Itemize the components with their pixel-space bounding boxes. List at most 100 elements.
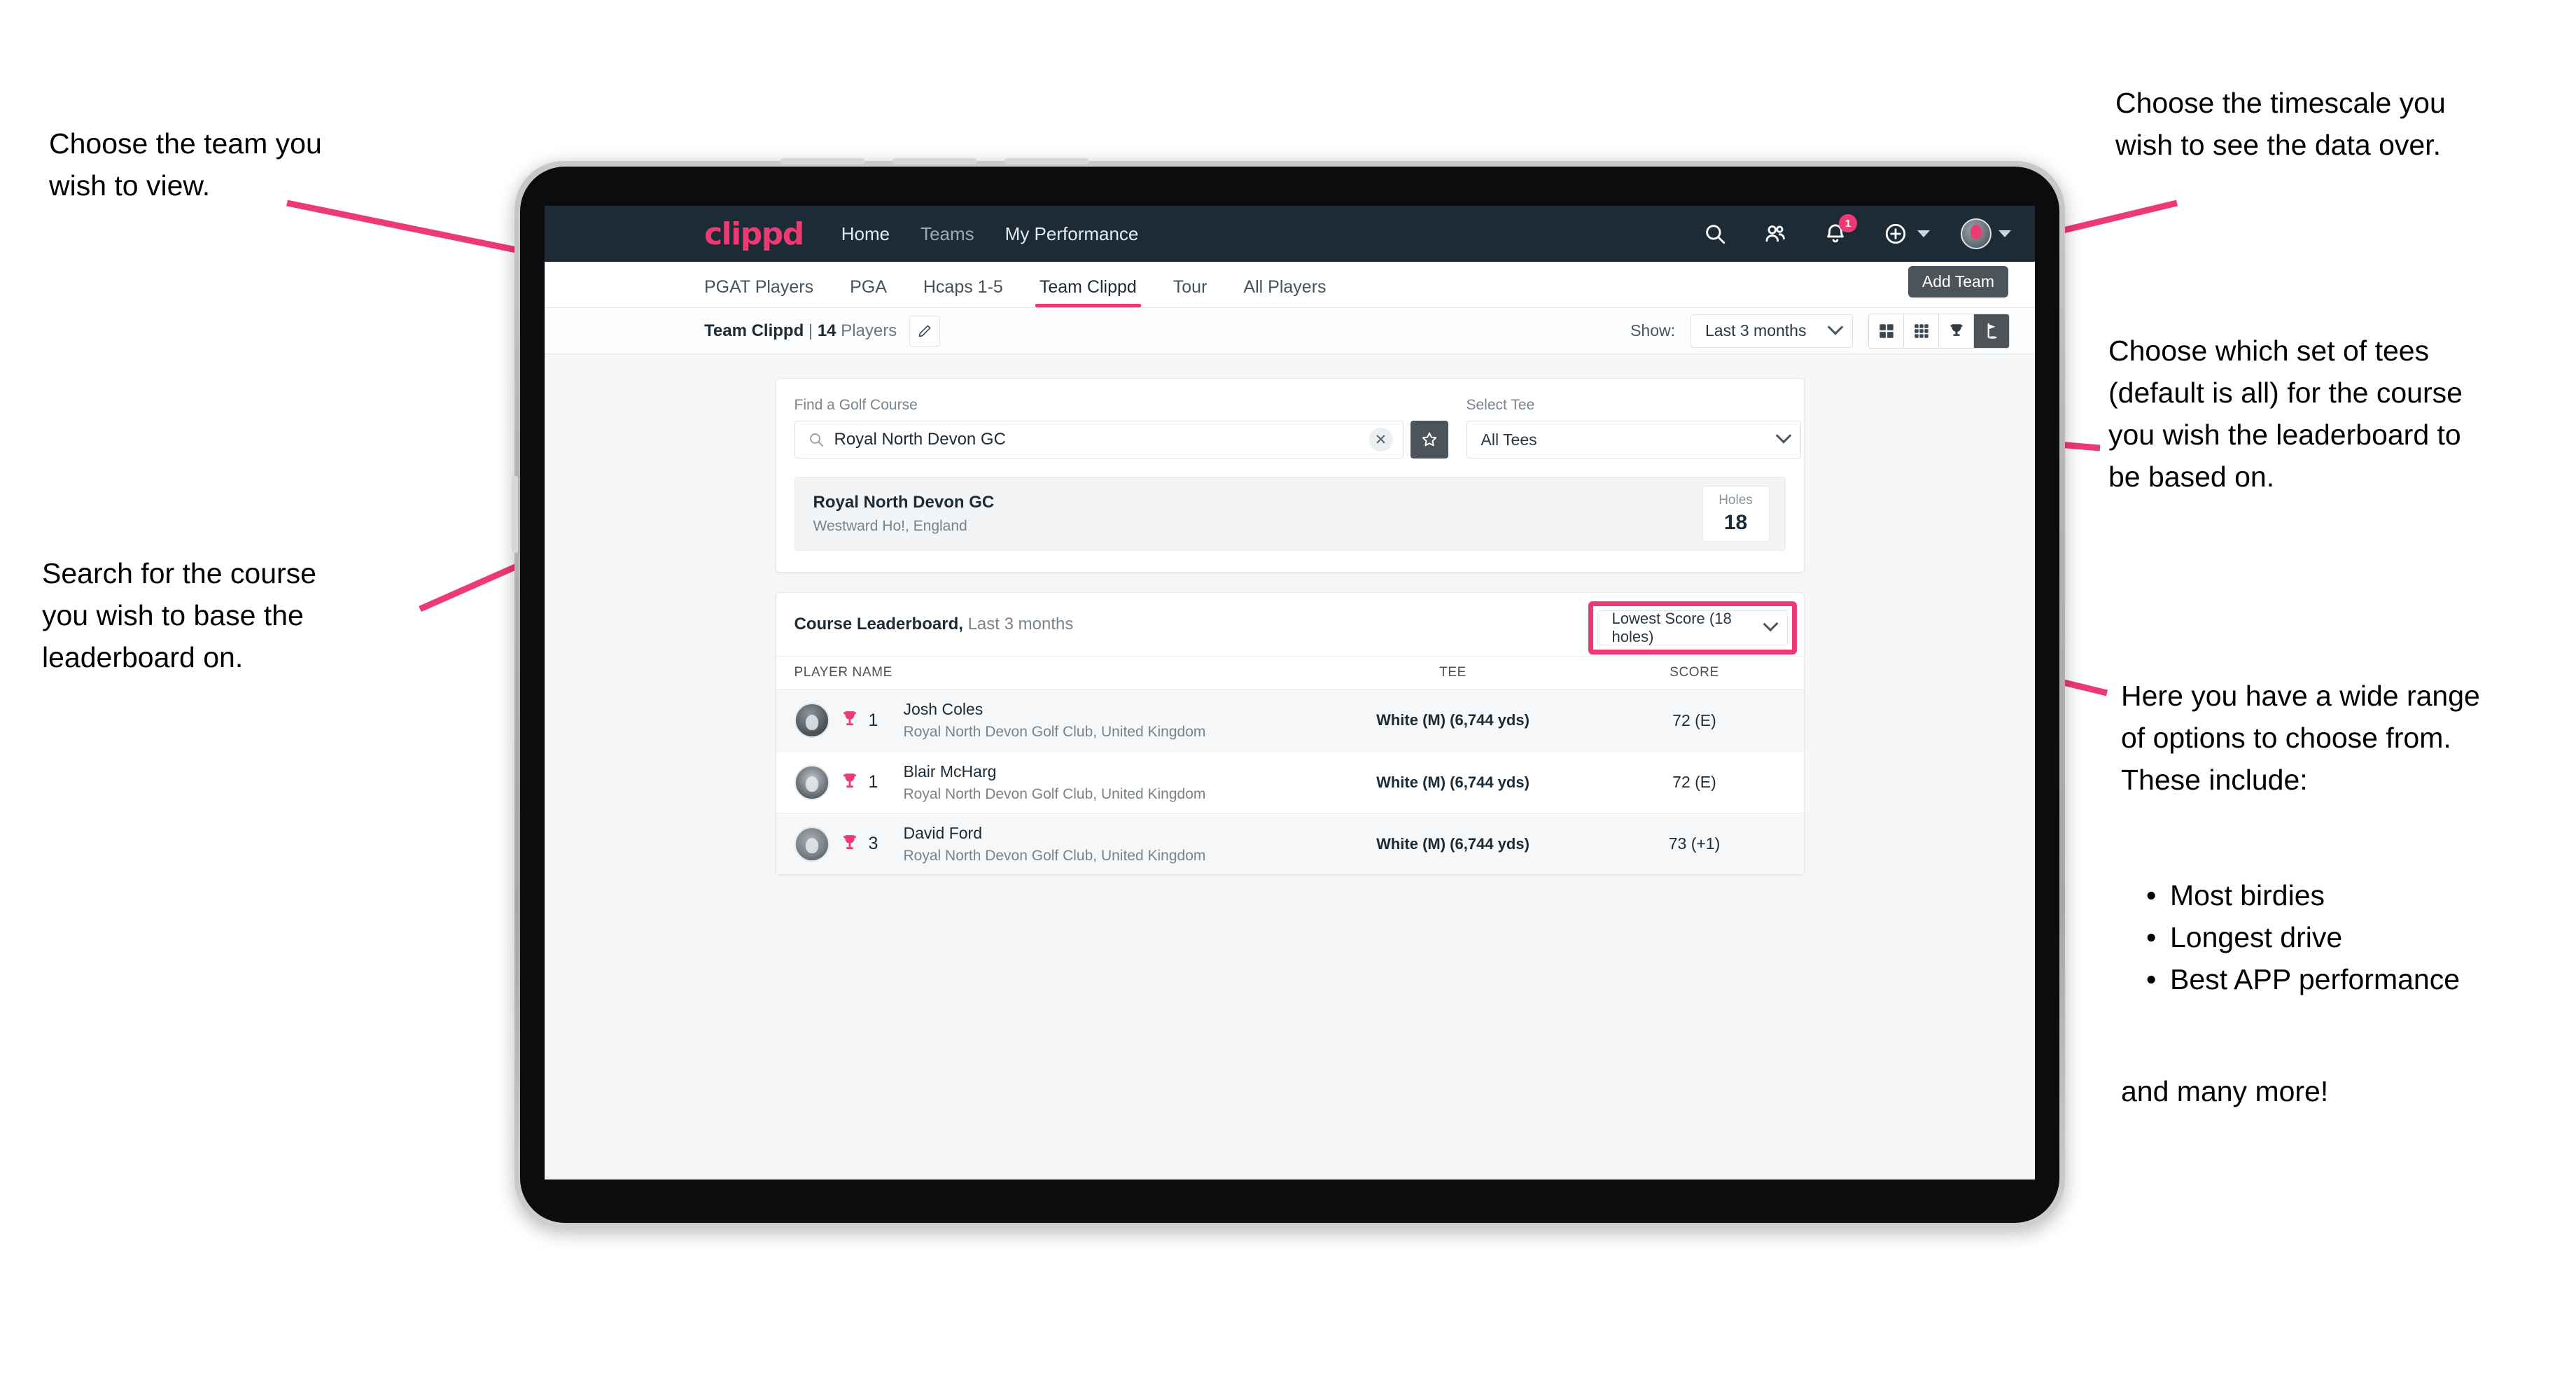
tee-select[interactable]: All Tees	[1466, 421, 1801, 458]
annotation-options-intro: Here you have a wide range of options to…	[2121, 680, 2480, 796]
people-icon[interactable]	[1760, 219, 1790, 248]
tee-field-label: Select Tee	[1466, 397, 1535, 413]
player-name: David Ford	[903, 823, 982, 842]
trophy-icon[interactable]	[1939, 314, 1974, 348]
player-count: 14	[817, 321, 836, 340]
course-leaderboard-panel: Course Leaderboard, Last 3 months Lowest…	[775, 592, 1805, 875]
score-value: 73 (+1)	[1668, 834, 1721, 853]
chevron-down-icon	[1998, 230, 2011, 237]
trophy-icon	[843, 773, 856, 788]
tee-select-value: All Tees	[1480, 430, 1537, 449]
table-row[interactable]: 1 Blair McHarg Royal North Devon Golf Cl…	[776, 751, 1804, 813]
course-result-text: Royal North Devon GC Westward Ho!, Engla…	[813, 493, 995, 535]
bullet-icon: •	[2146, 879, 2157, 911]
player-cell: 1 Blair McHarg Royal North Devon Golf Cl…	[794, 762, 1303, 803]
bullet-icon: •	[2146, 962, 2157, 995]
course-result-name: Royal North Devon GC	[813, 493, 995, 512]
chevron-down-icon	[1827, 318, 1844, 335]
timescale-select[interactable]: Last 3 months	[1690, 314, 1853, 348]
trophy-icon	[843, 834, 856, 849]
tee-field: Select Tee All Tees	[1466, 397, 1801, 458]
nav-link-teams[interactable]: Teams	[920, 223, 974, 245]
profile-menu[interactable]	[1961, 218, 2011, 249]
nav-link-my-performance[interactable]: My Performance	[1005, 223, 1139, 245]
team-tabs: PGAT Players PGA Hcaps 1-5 Team Clippd T…	[545, 262, 2035, 308]
player-club: Royal North Devon Golf Club, United King…	[903, 847, 1206, 864]
chevron-down-icon	[1775, 428, 1791, 444]
table-row[interactable]: 3 David Ford Royal North Devon Golf Club…	[776, 813, 1804, 874]
tab-pga[interactable]: PGA	[850, 277, 887, 307]
device-button-top-1	[780, 158, 864, 164]
rank-value: 1	[868, 772, 878, 792]
bell-icon[interactable]: 1	[1821, 214, 1857, 248]
search-icon[interactable]	[1700, 219, 1730, 248]
header-actions: 1	[1700, 214, 2011, 249]
pencil-icon[interactable]	[909, 315, 941, 346]
player-info: Blair McHarg Royal North Devon Golf Club…	[904, 762, 1206, 803]
score-value: 72 (E)	[1672, 773, 1716, 791]
show-label: Show:	[1630, 321, 1675, 340]
close-icon[interactable]: ✕	[1368, 428, 1393, 451]
plus-circle-icon[interactable]	[1881, 219, 1910, 248]
separator: |	[804, 321, 818, 340]
toolbar-right: Show: Last 3 months	[1630, 313, 2010, 349]
notification-badge: 1	[1839, 214, 1857, 232]
timescale-value: Last 3 months	[1705, 321, 1807, 340]
holes-badge: Holes 18	[1702, 486, 1770, 542]
nav-link-home[interactable]: Home	[841, 223, 890, 245]
player-club: Royal North Devon Golf Club, United King…	[903, 785, 1206, 802]
app-header: clippd Home Teams My Performance 1	[545, 206, 2035, 262]
grid-3x3-icon[interactable]	[1904, 314, 1939, 348]
leaderboard-title-sub: Last 3 months	[967, 615, 1074, 634]
avatar	[794, 826, 830, 862]
device-bezel: clippd Home Teams My Performance 1 PGAT …	[520, 167, 2059, 1223]
avatar[interactable]	[1961, 218, 1991, 249]
rank-value: 1	[868, 710, 878, 730]
holes-label: Holes	[1718, 493, 1753, 507]
annotation-choose-timescale: Choose the timescale you wish to see the…	[2115, 87, 2446, 161]
annotation-search-course: Search for the course you wish to base t…	[42, 557, 316, 673]
leaderboard-metric-value: Lowest Score (18 holes)	[1611, 610, 1732, 645]
golf-flag-icon[interactable]	[1974, 314, 2009, 348]
course-search-value: Royal North Devon GC	[834, 430, 1006, 449]
tee-value: White (M) (6,744 yds)	[1376, 773, 1530, 791]
leaderboard-header: Course Leaderboard, Last 3 months Lowest…	[776, 593, 1804, 656]
tab-hcaps-1-5[interactable]: Hcaps 1-5	[923, 277, 1003, 307]
search-fields: Find a Golf Course Royal North Devon GC …	[794, 397, 1801, 458]
device-button-side	[512, 476, 518, 553]
annotation-choose-tees: Choose which set of tees (default is all…	[2108, 335, 2463, 493]
leaderboard-column-headers: PLAYER NAME TEE SCORE	[776, 656, 1804, 690]
course-field-label: Find a Golf Course	[794, 397, 918, 413]
page-body: Find a Golf Course Royal North Devon GC …	[545, 354, 2035, 875]
course-result-row[interactable]: Royal North Devon GC Westward Ho!, Engla…	[794, 477, 1786, 551]
course-field: Find a Golf Course Royal North Devon GC …	[794, 397, 1448, 458]
add-team-tooltip: Add Team	[1907, 266, 2008, 298]
list-item: • Most birdies	[2121, 875, 2569, 917]
column-header-score: SCORE	[1670, 665, 1719, 680]
leaderboard-title-main: Course Leaderboard,	[794, 615, 963, 634]
avatar	[794, 764, 830, 800]
list-item: • Longest drive	[2121, 917, 2569, 959]
tab-pgat-players[interactable]: PGAT Players	[704, 277, 813, 307]
table-row[interactable]: 1 Josh Coles Royal North Devon Golf Club…	[776, 690, 1804, 751]
add-menu[interactable]	[1881, 219, 1930, 248]
annotation-options-outro: and many more!	[2121, 1075, 2329, 1107]
tablet-device: clippd Home Teams My Performance 1 PGAT …	[512, 158, 2065, 1228]
tab-tour[interactable]: Tour	[1173, 277, 1208, 307]
star-icon[interactable]	[1410, 421, 1448, 458]
player-club: Royal North Devon Golf Club, United King…	[903, 724, 1206, 740]
score-value: 72 (E)	[1672, 710, 1716, 729]
grid-2x2-icon[interactable]	[1869, 314, 1904, 348]
leaderboard-metric-select[interactable]: Lowest Score (18 holes)	[1597, 610, 1788, 645]
app-logo[interactable]: clippd	[704, 216, 804, 252]
team-name: Team Clippd	[704, 321, 804, 340]
leaderboard-title: Course Leaderboard, Last 3 months	[794, 615, 1074, 634]
screenshot-canvas: Choose the team you wish to view. Search…	[0, 0, 2576, 1386]
tab-all-players[interactable]: All Players	[1243, 277, 1326, 307]
course-search-input[interactable]: Royal North Devon GC ✕	[794, 421, 1404, 458]
players-label: Players	[841, 321, 897, 340]
metric-highlight-box: Lowest Score (18 holes)	[1588, 601, 1797, 654]
course-result-location: Westward Ho!, England	[813, 518, 967, 534]
tab-team-clippd[interactable]: Team Clippd	[1035, 277, 1141, 307]
annotation-choose-team: Choose the team you wish to view.	[49, 127, 322, 202]
